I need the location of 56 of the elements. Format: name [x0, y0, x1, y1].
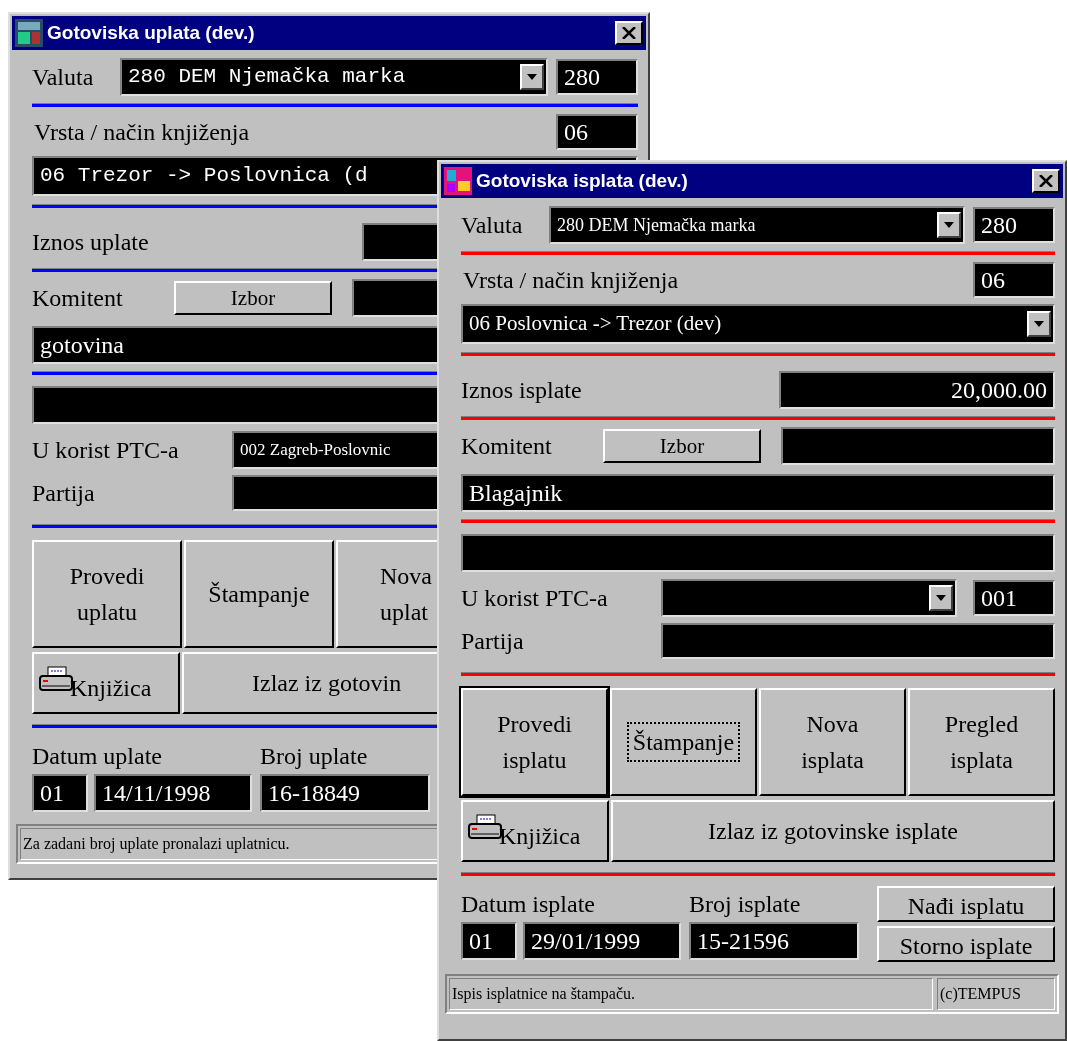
field-label: Valuta — [461, 211, 524, 240]
account-field[interactable] — [661, 623, 1055, 659]
passbook-button[interactable]: Knjižica — [461, 800, 609, 862]
currency-code-field[interactable]: 280 — [973, 207, 1055, 243]
field-label: Datum uplate — [32, 742, 163, 771]
close-icon — [622, 27, 636, 39]
currency-code-field[interactable]: 280 — [556, 59, 638, 95]
app-icon — [15, 19, 43, 47]
field-label: Iznos isplate — [461, 376, 583, 405]
field-label: Vrsta / način knjiženja — [462, 266, 680, 295]
copyright-text: (c)TEMPUS — [937, 978, 1055, 1010]
date-field[interactable]: 29/01/1999 — [523, 922, 681, 960]
currency-dropdown[interactable]: 280 DEM Njemačka marka — [549, 206, 965, 244]
amount-field[interactable]: 20,000.00 — [779, 371, 1055, 409]
field-label: Iznos uplate — [32, 228, 150, 257]
day-field[interactable]: 01 — [32, 774, 88, 812]
action-button[interactable]: Pregled isplata — [908, 688, 1055, 796]
close-button[interactable] — [1032, 169, 1060, 193]
client-name-field[interactable]: Blagajnik — [461, 474, 1055, 512]
action-button[interactable]: Storno isplate — [877, 926, 1055, 962]
field-label: Broj isplate — [689, 890, 802, 919]
field-label: Partija — [32, 479, 96, 508]
select-button[interactable]: Izbor — [174, 281, 332, 315]
passbook-button[interactable]: Knjižica — [32, 652, 180, 714]
number-field[interactable]: 15-21596 — [689, 922, 859, 960]
field-label: Valuta — [32, 63, 95, 92]
action-button[interactable]: Štampanje — [184, 540, 334, 648]
window-title: Gotoviska uplata (dev.) — [47, 20, 256, 45]
field-label: Vrsta / način knjiženja — [33, 118, 251, 147]
date-field[interactable]: 14/11/1998 — [94, 774, 252, 812]
type-code-field[interactable]: 06 — [556, 114, 638, 150]
action-button[interactable]: Provedi isplatu — [461, 688, 608, 796]
status-message: Ispis isplatnice na štampaču. — [449, 978, 933, 1010]
posting-type-dropdown[interactable]: 06 Poslovnica -> Trezor (dev) — [461, 304, 1055, 344]
field-label: Datum isplate — [461, 890, 596, 919]
day-field[interactable]: 01 — [461, 922, 517, 960]
field-label: Komitent — [32, 284, 124, 313]
field-label: U korist PTC-a — [32, 436, 180, 465]
action-button[interactable]: Nova isplata — [759, 688, 906, 796]
select-button[interactable]: Izbor — [603, 429, 761, 463]
number-field[interactable]: 16-18849 — [260, 774, 430, 812]
client-code-field[interactable] — [781, 427, 1055, 465]
exit-button[interactable]: Izlaz iz gotovinske isplate — [611, 800, 1055, 862]
field-label: Komitent — [461, 432, 553, 461]
action-button[interactable]: Nađi isplatu — [877, 886, 1055, 922]
text-field[interactable] — [461, 534, 1055, 572]
close-button[interactable] — [615, 21, 643, 45]
close-icon — [1039, 175, 1053, 187]
type-code-field[interactable]: 06 — [973, 262, 1055, 298]
branch-code-field[interactable]: 001 — [973, 580, 1055, 616]
field-label: Broj uplate — [260, 742, 369, 771]
branch-dropdown[interactable] — [661, 579, 957, 617]
app-icon — [444, 167, 472, 195]
action-button[interactable]: Štampanje — [610, 688, 757, 796]
action-button[interactable]: Provedi uplatu — [32, 540, 182, 648]
currency-dropdown[interactable]: 280 DEM Njemačka marka — [120, 58, 548, 96]
